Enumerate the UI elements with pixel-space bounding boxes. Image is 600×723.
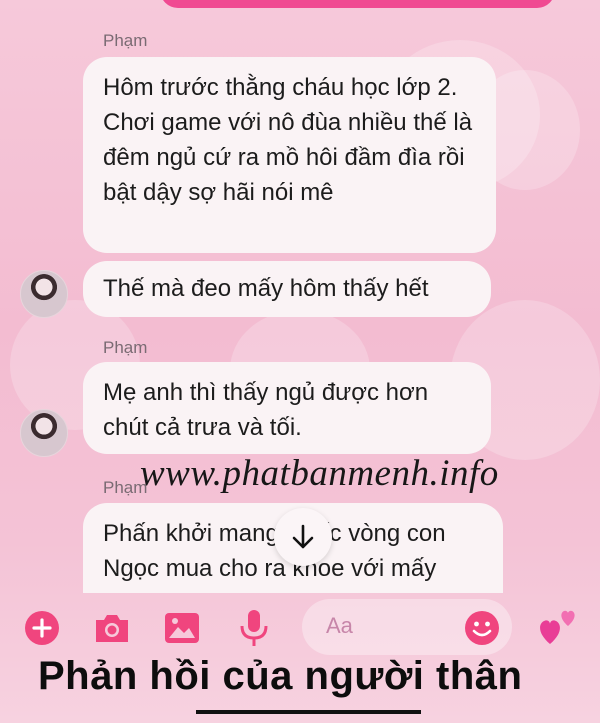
smiley-icon [465, 611, 499, 645]
camera-icon [96, 615, 128, 642]
input-placeholder: Aa [326, 613, 353, 638]
sender-name: Phạm [103, 31, 148, 50]
caption: Phản hồi của người thân [38, 654, 523, 698]
gallery-button[interactable] [163, 610, 201, 646]
quick-reaction-button[interactable] [536, 604, 580, 648]
camera-button[interactable] [92, 610, 132, 646]
message-bubble[interactable]: Mẹ anh thì thấy ngủ được hơn chút cả trư… [83, 362, 491, 454]
arrow-down-icon [292, 524, 314, 549]
caption-underline [196, 710, 421, 714]
two-hearts-icon [540, 610, 575, 644]
avatar[interactable] [20, 409, 68, 457]
scroll-to-bottom-button[interactable] [274, 508, 332, 566]
message-bubble[interactable]: Hôm trước thằng cháu học lớp 2. Chơi gam… [83, 57, 496, 253]
avatar[interactable] [20, 270, 68, 318]
emoji-button[interactable] [464, 610, 500, 646]
microphone-icon [240, 610, 268, 646]
plus-circle-icon [25, 611, 59, 645]
previous-message-bubble [160, 0, 555, 8]
add-button[interactable] [24, 610, 60, 646]
watermark: www.phatbanmenh.info [140, 453, 499, 494]
sender-name: Phạm [103, 338, 148, 357]
microphone-button[interactable] [238, 608, 270, 648]
image-icon [165, 613, 199, 643]
message-bubble[interactable]: Thế mà đeo mấy hôm thấy hết [83, 261, 491, 317]
